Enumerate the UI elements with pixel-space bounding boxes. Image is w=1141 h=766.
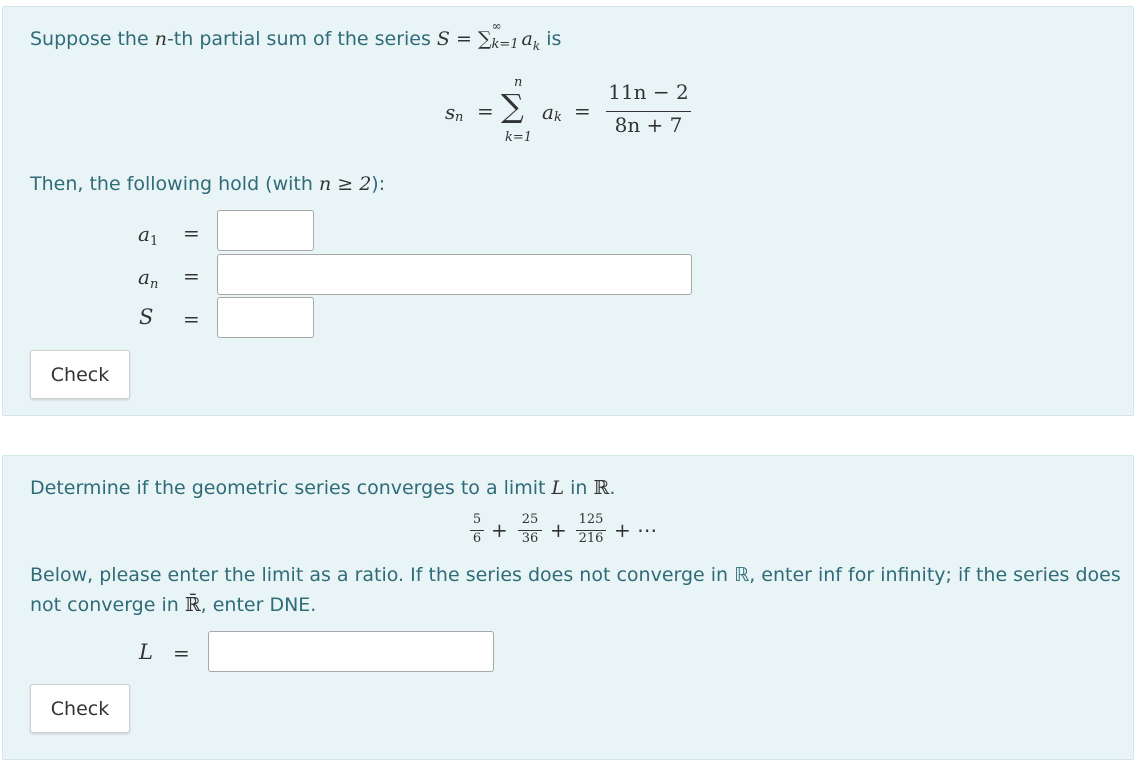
an-answer-input[interactable] [217, 254, 692, 295]
partial-sum-formula: s n = n ∑ k=1 a k = 11n − 2 8n + 7 [445, 75, 705, 150]
math-plus: + [550, 518, 567, 542]
intro-sentence: Suppose the n-th partial sum of the seri… [30, 19, 562, 53]
intro-period: . [609, 477, 616, 499]
math-n-subscript: n [455, 110, 464, 125]
question-panel-partial-sum [2, 6, 1134, 416]
condition-sentence: Then, the following hold (with n ≥ 2): [30, 173, 385, 195]
term2-numerator: 25 [521, 512, 539, 527]
check-button[interactable]: Check [30, 684, 130, 733]
term2-denominator: 36 [521, 531, 539, 546]
instructions-text-end: , enter DNE. [200, 594, 317, 616]
term3-denominator: 216 [578, 531, 604, 546]
math-reals: ℝ [593, 477, 610, 499]
math-a: a [542, 100, 554, 124]
fraction-bar [606, 111, 691, 112]
math-k-subscript: k [554, 110, 562, 125]
sum-lower-limit: k=1 [491, 37, 519, 52]
math-a: a [138, 222, 150, 246]
math-equals: = [574, 99, 591, 123]
math-equals: = [183, 264, 200, 288]
math-a: a [138, 265, 150, 289]
math-equals: = [173, 641, 190, 665]
intro-text-mid: -th partial sum of the series [166, 28, 437, 50]
math-a: a [521, 28, 533, 50]
sum-upper-limit: ∞ [491, 19, 502, 33]
instructions-line-2: not converge in ℝ̄, enter DNE. [30, 594, 316, 616]
check-button[interactable]: Check [30, 350, 130, 399]
math-subscript-1: 1 [149, 234, 159, 250]
label-an: an [138, 265, 158, 292]
intro-text-end: is [540, 28, 562, 50]
fraction-numerator: 11n − 2 [608, 80, 689, 104]
math-subscript-n: n [149, 277, 159, 293]
sum-lower-limit: k=1 [505, 130, 533, 145]
term1-numerator: 5 [472, 512, 482, 527]
geometric-series-expression: 5 6 + 25 36 + 125 216 + ⋯ [468, 512, 678, 552]
math-n: n [154, 28, 167, 50]
S-answer-input[interactable] [217, 297, 314, 338]
intro-text: Suppose the [30, 28, 155, 50]
intro-text: Determine if the geometric series conver… [30, 477, 552, 499]
math-equals: = [456, 28, 472, 50]
a1-answer-input[interactable] [217, 210, 314, 251]
geometric-intro-sentence: Determine if the geometric series conver… [30, 477, 615, 499]
math-plus: + [491, 518, 508, 542]
math-S: S [436, 28, 450, 50]
instructions-line-1: Below, please enter the limit as a ratio… [30, 564, 1121, 586]
condition-text-end: ): [371, 173, 386, 195]
L-answer-input[interactable] [208, 631, 494, 672]
math-equals: = [183, 221, 200, 245]
label-L: L [139, 640, 153, 664]
math-equals: = [183, 307, 200, 331]
label-a1: a1 [138, 222, 158, 249]
math-L: L [551, 477, 565, 499]
math-sigma: ∑ [477, 28, 492, 50]
math-plus-ellipsis: + ⋯ [614, 518, 658, 542]
term1-denominator: 6 [472, 531, 482, 546]
condition-text: Then, the following hold (with [30, 173, 319, 195]
intro-text-in: in [564, 477, 594, 499]
term3-numerator: 125 [578, 512, 604, 527]
math-n-ge-2: n ≥ 2 [318, 173, 372, 195]
math-s: s [445, 100, 456, 124]
label-S: S [139, 305, 154, 329]
instructions-text: not converge in [30, 594, 185, 616]
fraction-denominator: 8n + 7 [614, 113, 683, 137]
math-sigma: ∑ [501, 87, 524, 125]
math-equals: = [477, 99, 494, 123]
math-extended-reals: ℝ̄ [184, 594, 201, 616]
